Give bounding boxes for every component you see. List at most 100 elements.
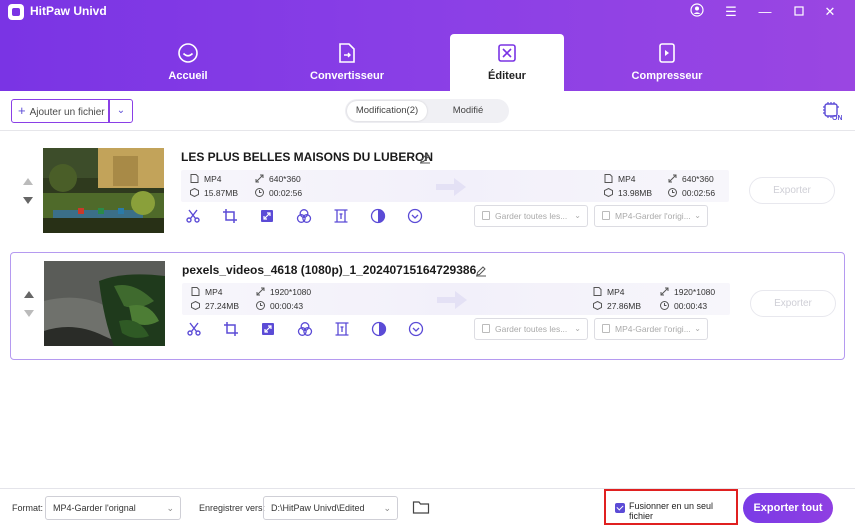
save-path-select[interactable]: D:\HitPaw Univd\Edited ⌄ [263,496,398,520]
folder-icon[interactable] [412,499,430,515]
arrow-right-icon [437,291,467,309]
file-card[interactable]: pexels_videos_4618 (1080p)_1_20240715164… [10,252,845,360]
more-options-icon[interactable] [408,321,424,337]
src-resolution-value: 640*360 [269,174,301,184]
merge-checkbox[interactable] [615,503,625,513]
add-file-dropdown[interactable]: ⌄ [109,99,133,123]
maximize-icon[interactable] [789,3,809,21]
out-duration: 00:00:43 [660,301,707,311]
out-duration-value: 00:00:43 [674,301,708,311]
watermark-icon[interactable] [333,208,349,224]
editor-icon [498,44,516,62]
src-size: 27.24MB [191,301,239,311]
add-file-button[interactable]: + Ajouter un fichier [11,99,109,123]
home-icon [178,43,198,63]
format-select-value: MP4-Garder l'orignal [53,503,136,513]
move-up-icon[interactable] [23,178,33,185]
scissors-icon[interactable] [185,208,201,224]
format-label: Format: [12,503,44,513]
out-size-value: 27.86MB [607,301,642,311]
effects-icon[interactable] [296,208,312,224]
tab-compresseur[interactable]: Compresseur [610,34,724,91]
chevron-down-icon: ⌄ [116,105,126,116]
src-duration-value: 00:00:43 [270,301,304,311]
effects-icon[interactable] [297,321,313,337]
out-format: MP4 [604,174,635,184]
info-bar: MP4 640*360 15.87MB 00:02:56 MP4 640*360… [181,170,729,202]
chevron-down-icon: ⌄ [166,503,174,513]
app-logo-icon [8,4,24,20]
add-file-label: Ajouter un fichier [29,107,105,118]
account-icon[interactable] [687,3,707,21]
merge-files-option[interactable]: Fusionner en un seul fichier [604,489,738,525]
audio-track-select[interactable]: Garder toutes les... ⌄ [474,205,588,227]
out-duration-value: 00:02:56 [682,188,716,198]
src-size-value: 27.24MB [205,301,240,311]
src-size: 15.87MB [190,188,238,198]
move-down-icon[interactable] [23,197,33,204]
hardware-accel-icon[interactable]: ON [822,101,842,121]
out-resolution-value: 1920*1080 [674,287,716,297]
export-button[interactable]: Exporter [750,290,836,317]
output-format-select[interactable]: MP4-Garder l'origi... ⌄ [594,318,708,340]
out-resolution: 1920*1080 [660,287,715,297]
audio-track-value: Garder toutes les... [495,324,568,334]
chevron-down-icon: ⌄ [574,211,581,220]
svg-text:ON: ON [832,115,842,121]
save-to-label: Enregistrer vers: [199,503,266,513]
output-format-select[interactable]: MP4-Garder l'origi... ⌄ [594,205,708,227]
filter-icon[interactable] [371,321,387,337]
audio-track-value: Garder toutes les... [495,211,568,221]
rename-pencil-icon[interactable] [475,265,487,277]
file-card[interactable]: LES PLUS BELLES MAISONS DU LUBERON MP4 6… [10,140,845,248]
minimize-icon[interactable]: — [755,3,775,21]
tab-accueil[interactable]: Accueil [131,34,245,91]
segment-modification[interactable]: Modification(2) [347,101,427,121]
src-size-value: 15.87MB [204,188,239,198]
out-format: MP4 [593,287,624,297]
arrow-right-icon [436,178,466,196]
scissors-icon[interactable] [186,321,202,337]
filter-icon[interactable] [370,208,386,224]
src-format: MP4 [191,287,222,297]
out-size-value: 13.98MB [618,188,653,198]
out-resolution-value: 640*360 [682,174,714,184]
crop-icon[interactable] [223,321,239,337]
tab-editeur[interactable]: Éditeur [450,34,564,91]
audio-track-icon [482,211,490,220]
rename-pencil-icon[interactable] [419,152,431,164]
more-options-icon[interactable] [407,208,423,224]
chevron-down-icon: ⌄ [694,324,701,333]
src-duration: 00:02:56 [255,188,302,198]
file-title: pexels_videos_4618 (1080p)_1_20240715164… [182,263,477,277]
out-duration: 00:02:56 [668,188,715,198]
src-resolution: 1920*1080 [256,287,311,297]
close-icon[interactable]: ✕ [820,3,840,21]
output-format-value: MP4-Garder l'origi... [615,211,691,221]
watermark-icon[interactable] [334,321,350,337]
tab-label: Convertisseur [310,70,384,82]
src-resolution: 640*360 [255,174,301,184]
tab-convertisseur[interactable]: Convertisseur [290,34,404,91]
segment-modifie[interactable]: Modifié [431,101,505,121]
resize-icon[interactable] [259,208,275,224]
resize-icon[interactable] [260,321,276,337]
out-size: 27.86MB [593,301,641,311]
move-down-icon[interactable] [24,310,34,317]
save-path-value: D:\HitPaw Univd\Edited [271,503,365,513]
segment-control: Modification(2) Modifié [345,99,509,123]
crop-icon[interactable] [222,208,238,224]
format-select[interactable]: MP4-Garder l'orignal ⌄ [45,496,181,520]
src-duration: 00:00:43 [256,301,303,311]
export-all-button[interactable]: Exporter tout [743,493,833,523]
app-title: HitPaw Univd [30,4,107,18]
move-up-icon[interactable] [24,291,34,298]
menu-icon[interactable]: ☰ [721,3,741,21]
audio-track-select[interactable]: Garder toutes les... ⌄ [474,318,588,340]
video-thumbnail[interactable] [44,261,165,346]
output-format-value: MP4-Garder l'origi... [615,324,691,334]
src-format: MP4 [190,174,221,184]
video-thumbnail[interactable] [43,148,164,233]
info-bar: MP4 1920*1080 27.24MB 00:00:43 MP4 1920*… [182,283,730,315]
export-button[interactable]: Exporter [749,177,835,204]
